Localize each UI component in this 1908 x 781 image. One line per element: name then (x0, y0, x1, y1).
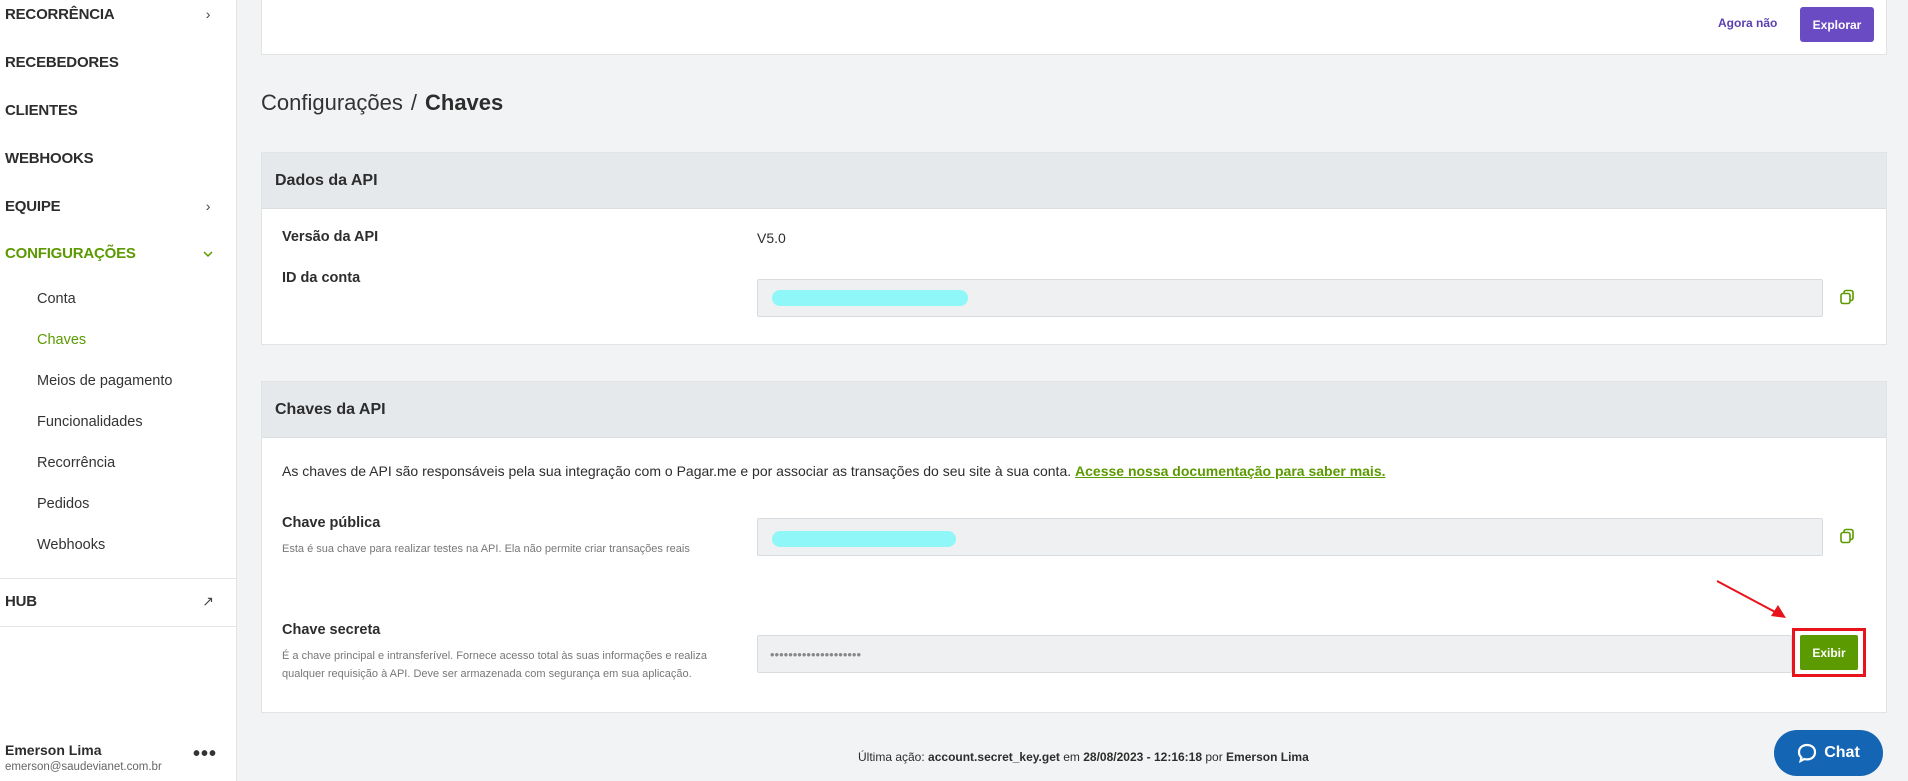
promo-banner (261, 0, 1887, 55)
sidebar-item-recebedores[interactable]: RECEBEDORES (5, 50, 215, 74)
user-email: emerson@saudevianet.com.br (5, 761, 162, 773)
chevron-right-icon: › (205, 6, 211, 22)
secret-key-description: É a chave principal e intransferível. Fo… (282, 650, 707, 680)
sidebar-subitem-funcionalidades[interactable]: Funcionalidades (37, 411, 143, 433)
page-title: Chaves (425, 90, 504, 115)
explore-button[interactable]: Explorar (1800, 7, 1874, 42)
card-title: Chaves da API (262, 382, 1886, 438)
sidebar-subitem-pedidos[interactable]: Pedidos (37, 493, 89, 515)
api-keys-intro: As chaves de API são responsáveis pela s… (282, 463, 1386, 479)
breadcrumb-separator: / (410, 90, 417, 115)
secret-key-masked: •••••••••••••••••••• (770, 646, 862, 662)
api-keys-card: Chaves da API As chaves de API são respo… (261, 381, 1887, 713)
sidebar-item-hub[interactable]: HUB ↗ (5, 589, 215, 613)
sidebar-item-label: RECORRÊNCIA (5, 5, 115, 23)
sidebar-subitem-meios-de-pagamento[interactable]: Meios de pagamento (37, 370, 172, 392)
account-id-field[interactable] (757, 279, 1823, 317)
chevron-right-icon: › (205, 198, 211, 214)
copy-icon[interactable] (1839, 289, 1855, 305)
last-action-status: Última ação: account.secret_key.get em 2… (858, 750, 1309, 764)
chat-button[interactable]: Chat (1774, 730, 1883, 776)
sidebar-subitem-conta[interactable]: Conta (37, 288, 76, 310)
sidebar-divider (0, 626, 237, 627)
chevron-down-icon (201, 245, 215, 261)
documentation-link[interactable]: Acesse nossa documentação para saber mai… (1075, 463, 1385, 479)
show-secret-key-button[interactable]: Exibir (1800, 635, 1858, 670)
copy-icon[interactable] (1839, 528, 1855, 544)
card-title: Dados da API (262, 153, 1886, 209)
sidebar-subitem-webhooks[interactable]: Webhooks (37, 534, 105, 556)
last-action-user: Emerson Lima (1226, 750, 1309, 764)
dismiss-button[interactable]: Agora não (1718, 16, 1777, 30)
sidebar-item-label: CONFIGURAÇÕES (5, 244, 136, 262)
last-action-on: em (1063, 750, 1080, 764)
sidebar-item-label: HUB (5, 592, 37, 610)
breadcrumb: Configurações / Chaves (261, 90, 503, 116)
annotation-arrow-icon (1716, 580, 1786, 618)
sidebar-item-configuracoes[interactable]: CONFIGURAÇÕES (5, 241, 215, 265)
public-key-field[interactable] (757, 518, 1823, 556)
chat-bubble-icon (1798, 743, 1817, 763)
last-action-datetime: 28/08/2023 - 12:16:18 (1083, 750, 1203, 764)
chat-label: Chat (1824, 744, 1860, 761)
last-action-prefix: Última ação: (858, 750, 925, 764)
api-version-value: V5.0 (757, 230, 786, 246)
sidebar-item-equipe[interactable]: EQUIPE › (5, 194, 215, 218)
sidebar-item-recorrencia[interactable]: RECORRÊNCIA › (5, 2, 215, 26)
sidebar-item-clientes[interactable]: CLIENTES (5, 98, 215, 122)
sidebar-item-label: CLIENTES (5, 101, 78, 119)
redacted-value (772, 531, 956, 547)
account-id-label: ID da conta (282, 270, 361, 286)
external-arrow-icon: ↗ (202, 592, 214, 609)
sidebar-item-label: RECEBEDORES (5, 53, 119, 71)
public-key-label: Chave pública (282, 515, 381, 531)
secret-key-label: Chave secreta (282, 622, 381, 638)
api-data-card: Dados da API Versão da API V5.0 ID da co… (261, 152, 1887, 345)
sidebar: RECORRÊNCIA › RECEBEDORES CLIENTES WEBHO… (0, 0, 237, 781)
user-name: Emerson Lima (5, 742, 102, 758)
api-version-label: Versão da API (282, 229, 379, 245)
public-key-description: Esta é sua chave para realizar testes na… (282, 543, 690, 555)
last-action-name: account.secret_key.get (928, 750, 1060, 764)
secret-key-field[interactable]: •••••••••••••••••••• (757, 635, 1792, 673)
redacted-value (772, 290, 968, 306)
breadcrumb-parent[interactable]: Configurações (261, 90, 403, 116)
sidebar-divider (0, 578, 237, 579)
sidebar-subitem-recorrencia[interactable]: Recorrência (37, 452, 115, 474)
sidebar-item-webhooks[interactable]: WEBHOOKS (5, 146, 215, 170)
sidebar-subitem-chaves[interactable]: Chaves (37, 329, 86, 351)
sidebar-item-label: EQUIPE (5, 197, 61, 215)
last-action-by: por (1205, 750, 1223, 764)
sidebar-item-label: WEBHOOKS (5, 149, 94, 167)
more-options-icon[interactable]: ••• (193, 744, 217, 764)
intro-text: As chaves de API são responsáveis pela s… (282, 463, 1072, 479)
